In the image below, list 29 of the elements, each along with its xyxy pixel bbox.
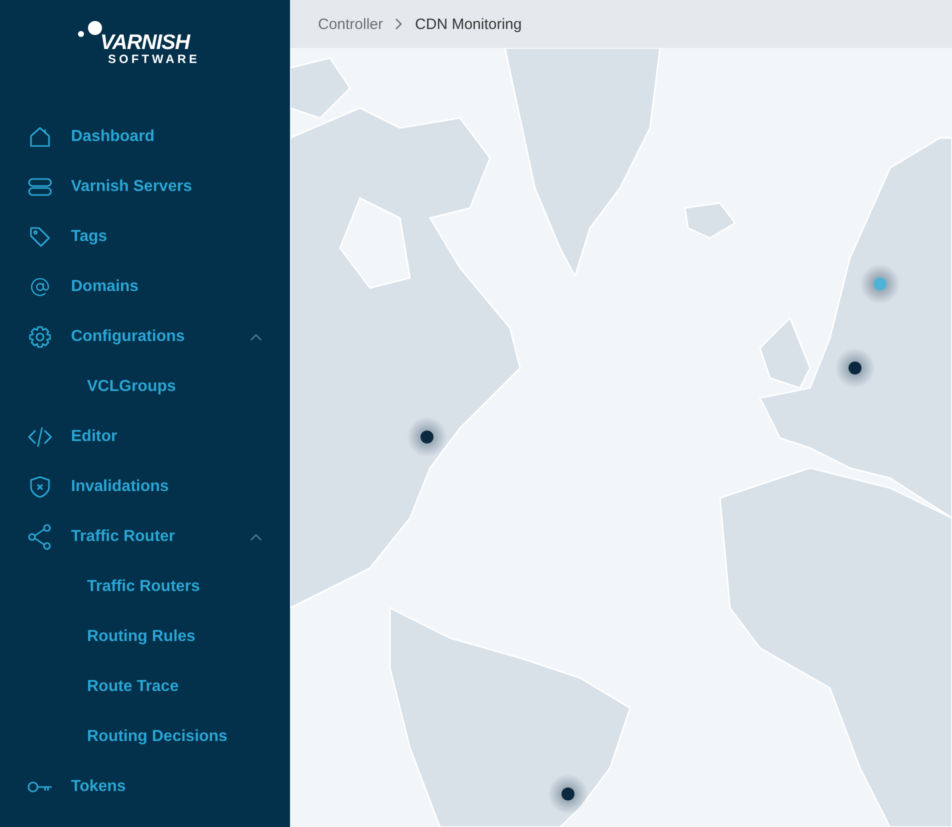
chevron-up-icon	[250, 533, 262, 542]
share-icon	[27, 524, 53, 550]
sidebar-item[interactable]: Tokens	[0, 762, 290, 812]
sidebar-subitem[interactable]: Routing Decisions	[0, 712, 290, 762]
sidebar-item[interactable]: Tags	[0, 212, 290, 262]
shield-icon	[27, 474, 53, 500]
sidebar-item[interactable]: Domains	[0, 262, 290, 312]
sidebar-item[interactable]: Varnish Servers	[0, 162, 290, 212]
sidebar-subitem[interactable]: Traffic Routers	[0, 562, 290, 612]
settings-icon	[27, 324, 53, 350]
sidebar-item[interactable]: Dashboard	[0, 112, 290, 162]
breadcrumb-link[interactable]: Controller	[318, 16, 384, 32]
chevron-right-icon	[395, 18, 404, 30]
sidebar-item[interactable]: Traffic Router	[0, 512, 290, 562]
dots-icon	[77, 20, 103, 38]
logo-subtitle: SOFTWARE	[108, 53, 200, 66]
sidebar-subitem[interactable]: VCLGroups	[0, 362, 290, 412]
sidebar-item[interactable]: Invalidations	[0, 462, 290, 512]
sidebar-item[interactable]: Configurations	[0, 312, 290, 362]
location-marker[interactable]	[874, 278, 886, 290]
sidebar-subitem[interactable]: Routing Rules	[0, 612, 290, 662]
logo-name: VARNISH	[100, 32, 190, 53]
sidebar-subitem[interactable]: Route Trace	[0, 662, 290, 712]
location-marker[interactable]	[562, 788, 574, 800]
location-marker[interactable]	[848, 362, 862, 374]
location-marker[interactable]	[420, 430, 434, 444]
chevron-up-icon	[250, 333, 262, 342]
sidebar-item[interactable]: Editor	[0, 412, 290, 462]
breadcrumb-link[interactable]: CDN Monitoring	[415, 16, 522, 32]
